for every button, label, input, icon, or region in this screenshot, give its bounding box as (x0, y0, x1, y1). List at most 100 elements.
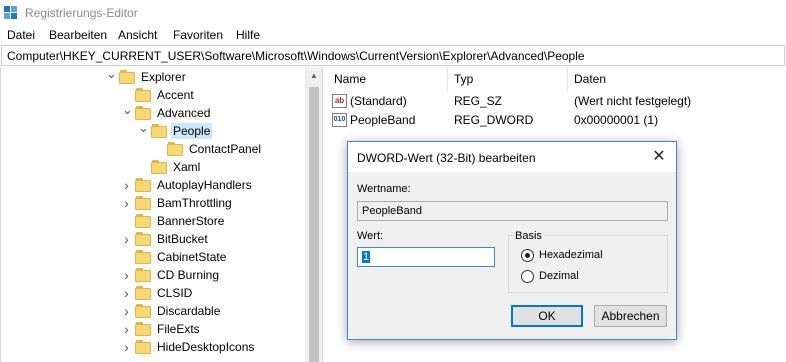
folder-icon (135, 178, 151, 192)
base-group-caption: Basis (513, 230, 544, 242)
chevron-right-icon[interactable]: › (122, 304, 131, 318)
column-header-name[interactable]: Name (327, 67, 447, 91)
tree-item-label: FileExts (157, 322, 200, 336)
ok-button[interactable]: OK (511, 305, 583, 327)
tree-item-label: BannerStore (157, 214, 225, 228)
menu-bearbeiten[interactable]: Bearbeiten (49, 28, 107, 42)
value-name-text: PeopleBand (362, 205, 422, 217)
tree-scrollbar[interactable]: ▲ (305, 67, 322, 362)
tree-item-label: Advanced (157, 106, 211, 120)
value-row[interactable]: 010 PeopleBand REG_DWORD 0x00000001 (1) (327, 111, 786, 129)
value-data-text: 1 (362, 251, 371, 263)
folder-open-icon (151, 124, 167, 138)
title-bar: Registrierungs-Editor (0, 0, 786, 25)
chevron-right-icon[interactable]: › (122, 322, 131, 336)
tree-item-label: AutoplayHandlers (157, 178, 252, 192)
value-name: (Standard) (350, 94, 407, 108)
tree-item-label: HideDesktopIcons (157, 340, 255, 354)
decimal-radio[interactable] (521, 270, 534, 283)
tree-item[interactable]: ⌄ People (0, 121, 305, 140)
tree-item[interactable]: › HideDesktopIcons (0, 338, 305, 356)
tree-item[interactable]: › Discardable (0, 302, 305, 320)
dialog-title: DWORD-Wert (32-Bit) bearbeiten (357, 151, 536, 165)
tree-item[interactable]: › CD Burning (0, 266, 305, 284)
chevron-down-icon[interactable]: ⌄ (106, 67, 117, 80)
tree-item-label: CD Burning (157, 268, 220, 282)
column-header-type[interactable]: Typ (447, 67, 567, 91)
chevron-right-icon[interactable]: › (122, 340, 131, 354)
scroll-up-icon[interactable]: ▲ (310, 71, 318, 80)
tree-item-label: Explorer (141, 70, 186, 84)
tree-item-label: ContactPanel (189, 142, 262, 156)
value-data-label: Wert: (357, 230, 384, 242)
chevron-down-icon[interactable]: ⌄ (122, 103, 133, 116)
address-bar[interactable]: Computer\HKEY_CURRENT_USER\Software\Micr… (1, 45, 785, 66)
cancel-button[interactable]: Abbrechen (594, 305, 667, 327)
scrollbar-thumb[interactable] (309, 87, 319, 362)
radio-selected-dot (525, 253, 530, 258)
close-icon[interactable]: ✕ (650, 148, 668, 166)
chevron-right-icon[interactable]: › (122, 232, 131, 246)
menu-bar: Datei Bearbeiten Ansicht Favoriten Hilfe (0, 25, 786, 45)
tree-item[interactable]: Xaml (0, 158, 305, 176)
chevron-right-icon[interactable]: › (122, 196, 131, 210)
value-data: 0x00000001 (1) (574, 113, 659, 127)
chevron-right-icon[interactable]: › (122, 178, 131, 192)
chevron-right-icon[interactable]: › (122, 286, 131, 300)
value-row[interactable]: ab (Standard) REG_SZ (Wert nicht festgel… (327, 92, 786, 110)
folder-icon (135, 268, 151, 282)
folder-icon (135, 340, 151, 354)
registry-editor-icon (4, 6, 18, 20)
value-name-field: PeopleBand (357, 201, 668, 221)
folder-icon (135, 196, 151, 210)
tree-item[interactable]: › FileExts (0, 320, 305, 338)
window-title: Registrierungs-Editor (25, 6, 138, 20)
dialog-title-bar: DWORD-Wert (32-Bit) bearbeiten ✕ (348, 142, 676, 172)
tree-item[interactable]: › BitBucket (0, 230, 305, 248)
tree-item[interactable]: BannerStore (0, 212, 305, 230)
tree-item-label: CLSID (157, 286, 193, 300)
folder-icon (135, 322, 151, 336)
value-name-label: Wertname: (357, 183, 411, 195)
chevron-down-icon[interactable]: ⌄ (138, 121, 149, 134)
folder-open-icon (119, 70, 135, 84)
dword-value-icon: 010 (332, 113, 347, 127)
tree-item[interactable]: › BamThrottling (0, 194, 305, 212)
value-data: (Wert nicht festgelegt) (574, 94, 692, 108)
column-header-data[interactable]: Daten (567, 67, 786, 91)
tree-item[interactable]: › CLSID (0, 284, 305, 302)
tree-item-label: Accent (157, 88, 194, 102)
tree-item-label: BitBucket (157, 232, 208, 246)
menu-hilfe[interactable]: Hilfe (236, 28, 260, 42)
hexadecimal-radio[interactable] (521, 249, 534, 262)
value-name: PeopleBand (350, 113, 416, 127)
menu-datei[interactable]: Datei (7, 28, 35, 42)
tree-item[interactable]: ⌄ Advanced (0, 103, 305, 122)
edit-dword-dialog: DWORD-Wert (32-Bit) bearbeiten ✕ Wertnam… (347, 141, 677, 340)
key-tree[interactable]: ⌄ Explorer Accent ⌄ Advanced ⌄ People ContactPa… (0, 67, 322, 362)
menu-ansicht[interactable]: Ansicht (118, 28, 157, 42)
folder-icon (151, 160, 167, 174)
chevron-right-icon[interactable]: › (122, 268, 131, 282)
folder-icon (167, 142, 183, 156)
value-type: REG_DWORD (454, 113, 534, 127)
folder-icon (135, 232, 151, 246)
tree-item-label: Xaml (173, 160, 201, 174)
tree-item-label: BamThrottling (157, 196, 232, 210)
folder-icon (135, 286, 151, 300)
folder-icon (135, 214, 151, 228)
tree-item[interactable]: CabinetState (0, 248, 305, 266)
string-value-icon: ab (332, 94, 347, 108)
tree-item[interactable]: Accent (0, 86, 305, 104)
base-groupbox (508, 235, 668, 293)
folder-icon (135, 250, 151, 264)
tree-item[interactable]: ContactPanel (0, 140, 305, 158)
value-data-input[interactable]: 1 (357, 247, 495, 267)
value-type: REG_SZ (454, 94, 503, 108)
hexadecimal-label[interactable]: Hexadezimal (539, 249, 603, 261)
menu-favoriten[interactable]: Favoriten (173, 28, 223, 42)
tree-item[interactable]: › AutoplayHandlers (0, 176, 305, 194)
tree-item[interactable]: ⌄ Explorer (0, 67, 305, 86)
tree-item-label: CabinetState (157, 250, 227, 264)
decimal-label[interactable]: Dezimal (539, 270, 579, 282)
